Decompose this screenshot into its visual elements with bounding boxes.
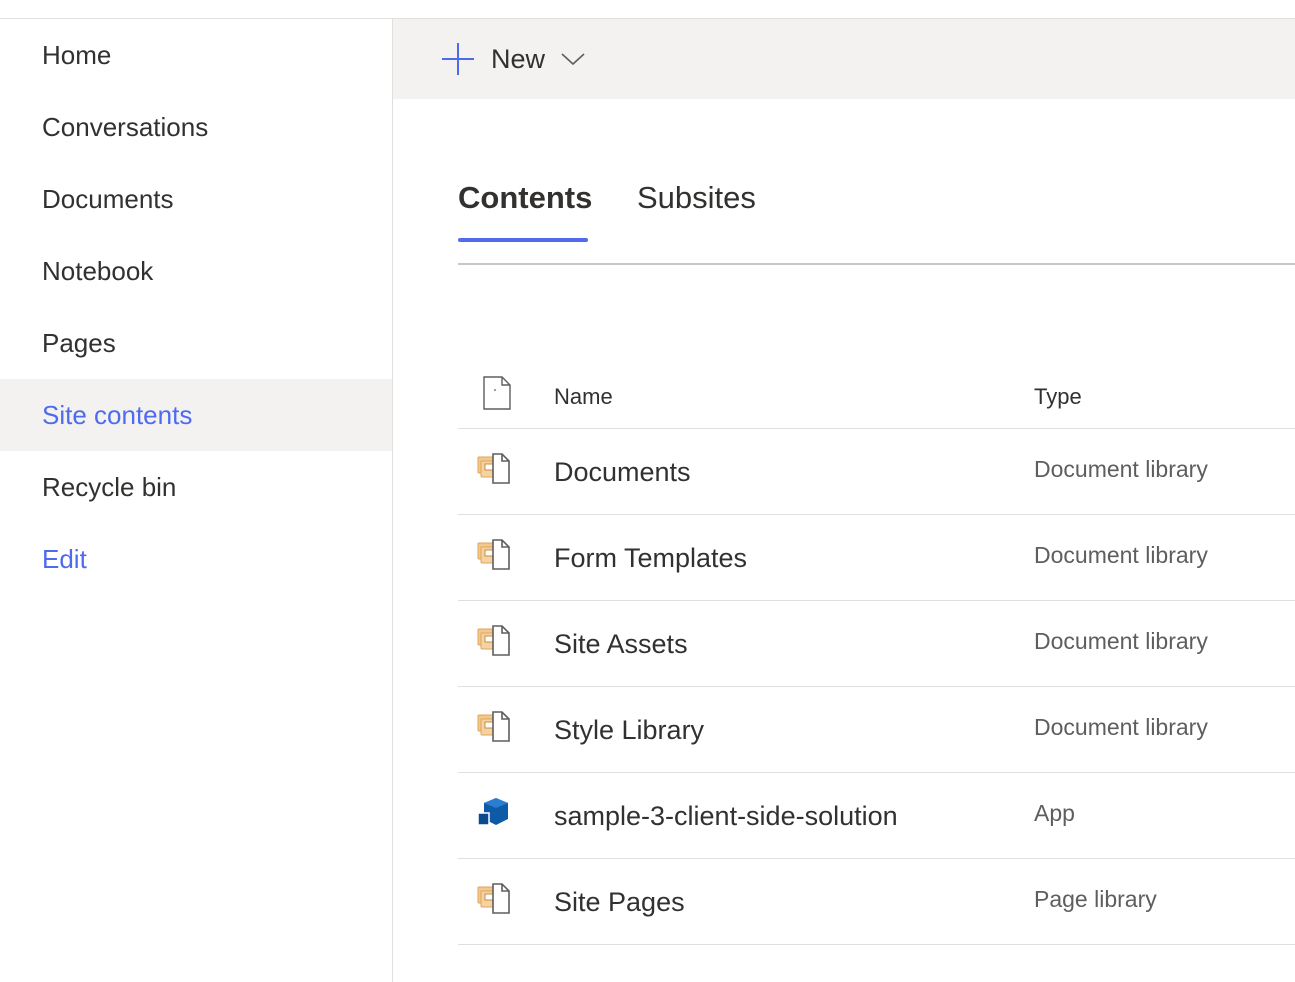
item-type: App [1034,800,1075,826]
item-type: Document library [1034,542,1208,568]
document-library-icon [477,625,510,656]
app-icon [477,798,508,826]
list-row[interactable]: Documents Document library [458,429,1295,515]
column-header-type[interactable]: Type [1034,384,1082,410]
chevron-down-icon[interactable] [561,51,585,67]
list-row[interactable]: Form Templates Document library [458,515,1295,601]
list-header: Name Type [458,360,1295,429]
document-library-icon [477,539,510,570]
new-button[interactable]: New [441,41,585,77]
active-tab-indicator [458,238,588,242]
nav-edit-link[interactable]: Edit [0,523,392,595]
document-library-icon [477,711,510,742]
tab-subsites[interactable]: Subsites [637,180,756,216]
top-bar [0,0,1295,19]
item-type: Document library [1034,456,1208,482]
list-row[interactable]: Site Assets Document library [458,601,1295,687]
item-type: Document library [1034,714,1208,740]
tab-contents[interactable]: Contents [458,180,592,216]
nav-item-recycle-bin[interactable]: Recycle bin [0,451,392,523]
item-name[interactable]: Style Library [554,715,704,746]
new-button-label: New [491,43,546,74]
tabs-divider [458,263,1295,265]
nav-item-site-contents[interactable]: Site contents [0,379,392,451]
item-name[interactable]: Documents [554,457,691,488]
command-bar: New [393,19,1295,99]
item-type: Document library [1034,628,1208,654]
item-type: Page library [1034,886,1157,912]
nav-item-pages[interactable]: Pages [0,307,392,379]
column-header-name[interactable]: Name [554,384,613,410]
document-library-icon [477,883,510,914]
list-row[interactable]: Site Pages Page library [458,859,1295,945]
nav-item-home[interactable]: Home [0,19,392,91]
nav-item-conversations[interactable]: Conversations [0,91,392,163]
item-name[interactable]: Form Templates [554,543,747,574]
document-library-icon [477,453,510,484]
list-row[interactable]: sample-3-client-side-solution App [458,773,1295,859]
nav-item-documents[interactable]: Documents [0,163,392,235]
plus-icon [442,43,474,75]
nav-item-notebook[interactable]: Notebook [0,235,392,307]
item-name[interactable]: Site Pages [554,887,685,918]
file-icon[interactable] [483,376,511,410]
left-navigation: Home Conversations Documents Notebook Pa… [0,19,393,982]
item-name[interactable]: sample-3-client-side-solution [554,801,898,832]
site-contents-list: Name Type Documents Document library For… [458,360,1295,945]
item-name[interactable]: Site Assets [554,629,688,660]
list-row[interactable]: Style Library Document library [458,687,1295,773]
